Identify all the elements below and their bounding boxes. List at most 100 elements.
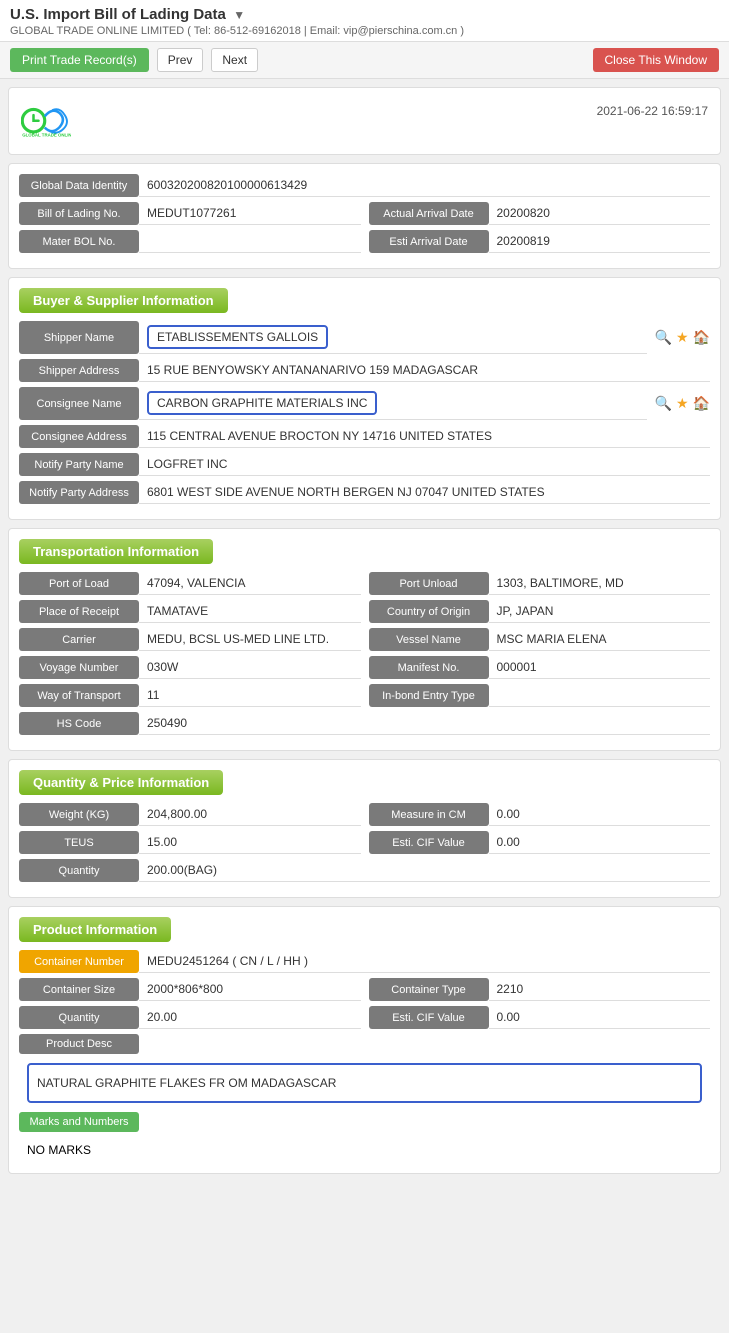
qty-label: Quantity [19,859,139,882]
hs-value: 250490 [139,712,710,735]
vessel-half: Vessel Name MSC MARIA ELENA [369,628,711,651]
carrier-label: Carrier [19,628,139,651]
port-load-half: Port of Load 47094, VALENCIA [19,572,361,595]
prod-cif-half: Esti. CIF Value 0.00 [369,1006,711,1029]
prev-button[interactable]: Prev [157,48,204,72]
way-label: Way of Transport [19,684,139,707]
port-load-label: Port of Load [19,572,139,595]
desc-row: Product Desc NATURAL GRAPHITE FLAKES FR … [19,1034,710,1107]
global-data-value: 600320200820100000613429 [139,174,710,197]
inbond-label: In-bond Entry Type [369,684,489,707]
port-load-row: Port of Load 47094, VALENCIA Port Unload… [19,572,710,595]
voyage-manifest-row: Voyage Number 030W Manifest No. 000001 [19,656,710,679]
esti-half: Esti Arrival Date 20200819 [369,230,711,253]
voyage-half: Voyage Number 030W [19,656,361,679]
bol-value: MEDUT1077261 [139,202,361,225]
weight-measure-row: Weight (KG) 204,800.00 Measure in CM 0.0… [19,803,710,826]
measure-half: Measure in CM 0.00 [369,803,711,826]
shipper-search-icon[interactable]: 🔍 [655,329,672,346]
desc-label: Product Desc [19,1034,139,1054]
place-receipt-label: Place of Receipt [19,600,139,623]
port-unload-value: 1303, BALTIMORE, MD [489,572,711,595]
master-label: Mater BOL No. [19,230,139,253]
consignee-name-highlighted: CARBON GRAPHITE MATERIALS INC [147,391,377,415]
shipper-name-row: Shipper Name ETABLISSEMENTS GALLOIS 🔍 ★ … [19,321,710,354]
qty-row: Quantity 200.00(BAG) [19,859,710,882]
bol-row: Bill of Lading No. MEDUT1077261 Actual A… [19,202,710,225]
quantity-header: Quantity & Price Information [19,770,223,795]
marks-value: NO MARKS [19,1137,710,1163]
master-row: Mater BOL No. Esti Arrival Date 20200819 [19,230,710,253]
close-button[interactable]: Close This Window [593,48,719,72]
prod-qty-cif-row: Quantity 20.00 Esti. CIF Value 0.00 [19,1006,710,1029]
measure-label: Measure in CM [369,803,489,826]
product-header: Product Information [19,917,171,942]
port-unload-half: Port Unload 1303, BALTIMORE, MD [369,572,711,595]
way-half: Way of Transport 11 [19,684,361,707]
vessel-label: Vessel Name [369,628,489,651]
carrier-half: Carrier MEDU, BCSL US-MED LINE LTD. [19,628,361,651]
consignee-addr-label: Consignee Address [19,425,139,448]
buyer-supplier-card: Buyer & Supplier Information Shipper Nam… [8,277,721,520]
title-dropdown-icon[interactable]: ▼ [233,8,245,22]
shipper-star-icon[interactable]: ★ [676,329,689,346]
weight-value: 204,800.00 [139,803,361,826]
consignee-home-icon[interactable]: 🏠 [693,395,710,412]
consignee-name-row: Consignee Name CARBON GRAPHITE MATERIALS… [19,387,710,420]
teus-value: 15.00 [139,831,361,854]
quantity-card: Quantity & Price Information Weight (KG)… [8,759,721,898]
arrival-value: 20200820 [489,202,711,225]
buyer-supplier-header: Buyer & Supplier Information [19,288,228,313]
shipper-home-icon[interactable]: 🏠 [693,329,710,346]
way-value: 11 [139,684,361,707]
master-half: Mater BOL No. [19,230,361,253]
next-button[interactable]: Next [211,48,258,72]
global-data-row: Global Data Identity 6003202008201000006… [19,174,710,197]
shipper-name-label: Shipper Name [19,321,139,354]
marks-header-row: Marks and Numbers [19,1112,710,1132]
container-size-half: Container Size 2000*806*800 [19,978,361,1001]
carrier-value: MEDU, BCSL US-MED LINE LTD. [139,628,361,651]
qty-value: 200.00(BAG) [139,859,710,882]
voyage-value: 030W [139,656,361,679]
gto-logo-icon: GLOBAL TRADE ONLINE LIMITED [21,96,71,146]
marks-label: Marks and Numbers [19,1112,139,1132]
size-type-row: Container Size 2000*806*800 Container Ty… [19,978,710,1001]
product-card: Product Information Container Number MED… [8,906,721,1174]
consignee-addr-row: Consignee Address 115 CENTRAL AVENUE BRO… [19,425,710,448]
company-logo: GLOBAL TRADE ONLINE LIMITED [21,96,71,146]
consignee-name-label: Consignee Name [19,387,139,420]
hs-label: HS Code [19,712,139,735]
consignee-search-icon[interactable]: 🔍 [655,395,672,412]
global-data-label: Global Data Identity [19,174,139,197]
teus-cif-row: TEUS 15.00 Esti. CIF Value 0.00 [19,831,710,854]
manifest-half: Manifest No. 000001 [369,656,711,679]
inbond-half: In-bond Entry Type [369,684,711,707]
place-receipt-half: Place of Receipt TAMATAVE [19,600,361,623]
identity-card: Global Data Identity 6003202008201000006… [8,163,721,269]
cif-label: Esti. CIF Value [369,831,489,854]
port-unload-label: Port Unload [369,572,489,595]
prod-cif-label: Esti. CIF Value [369,1006,489,1029]
svg-text:GLOBAL TRADE ONLINE LIMITED: GLOBAL TRADE ONLINE LIMITED [22,132,71,137]
teus-label: TEUS [19,831,139,854]
container-num-row: Container Number MEDU2451264 ( CN / L / … [19,950,710,973]
notify-name-value: LOGFRET INC [139,453,710,476]
notify-name-label: Notify Party Name [19,453,139,476]
container-type-half: Container Type 2210 [369,978,711,1001]
datetime: 2021-06-22 16:59:17 [597,104,708,118]
shipper-addr-value: 15 RUE BENYOWSKY ANTANANARIVO 159 MADAGA… [139,359,710,382]
container-type-label: Container Type [369,978,489,1001]
prod-qty-half: Quantity 20.00 [19,1006,361,1029]
weight-label: Weight (KG) [19,803,139,826]
place-receipt-value: TAMATAVE [139,600,361,623]
shipper-addr-label: Shipper Address [19,359,139,382]
country-origin-half: Country of Origin JP, JAPAN [369,600,711,623]
voyage-label: Voyage Number [19,656,139,679]
container-size-label: Container Size [19,978,139,1001]
hs-row: HS Code 250490 [19,712,710,735]
consignee-star-icon[interactable]: ★ [676,395,689,412]
esti-value: 20200819 [489,230,711,253]
transportation-header: Transportation Information [19,539,213,564]
print-button[interactable]: Print Trade Record(s) [10,48,149,72]
